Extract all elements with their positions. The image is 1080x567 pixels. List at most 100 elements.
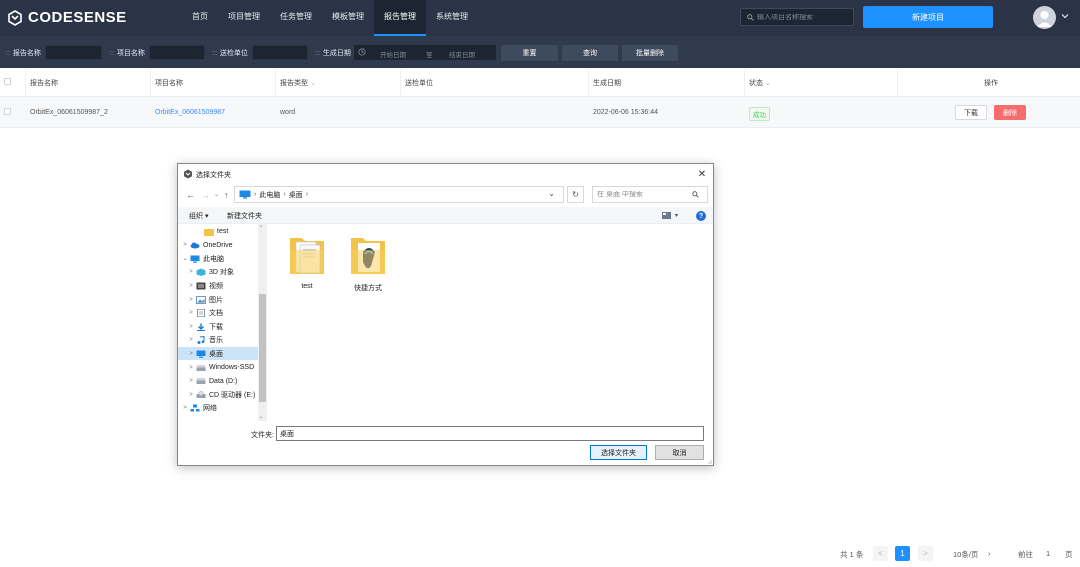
row-checkbox[interactable] — [4, 108, 11, 115]
query-button[interactable]: 查询 — [562, 45, 618, 61]
nav-reports[interactable]: 报告管理 — [374, 0, 426, 36]
tree-item[interactable]: > 视频 — [178, 279, 258, 292]
table-header: 报告名称 项目名称 报告类型 ⌄ 送检单位 生成日期 状态 ⌄ 操作 — [0, 68, 1080, 97]
pagination-page-size[interactable]: 10条/页 — [953, 549, 978, 560]
select-all-checkbox[interactable] — [4, 78, 11, 85]
tree-item[interactable]: > 图片 — [178, 293, 258, 306]
tree-item[interactable]: > 下载 — [178, 320, 258, 333]
drive-icon — [196, 378, 206, 385]
date-end-placeholder[interactable]: 结束日期 — [449, 49, 475, 59]
address-dropdown-icon[interactable]: ⌄ — [548, 189, 555, 198]
chevron-right-icon[interactable]: > — [186, 297, 196, 303]
cancel-button[interactable]: 取消 — [655, 445, 704, 460]
nav-projects[interactable]: 项目管理 — [218, 0, 270, 36]
tree-item[interactable]: > 文档 — [178, 307, 258, 320]
folder-search-input[interactable] — [597, 191, 692, 198]
nav-templates[interactable]: 模板管理 — [322, 0, 374, 36]
search-icon[interactable] — [692, 191, 699, 198]
nav-system[interactable]: 系统管理 — [426, 0, 478, 36]
chevron-right-icon[interactable]: > — [186, 283, 196, 289]
tree-item[interactable]: > OneDrive — [178, 239, 258, 252]
tree-item[interactable]: > 桌面 — [178, 347, 258, 361]
new-folder-button[interactable]: 新建文件夹 — [227, 211, 262, 221]
chevron-down-icon[interactable] — [1061, 12, 1069, 20]
chevron-right-icon[interactable]: > — [186, 378, 196, 384]
date-start-placeholder[interactable]: 开始日期 — [380, 49, 406, 59]
tree-scrollbar-thumb[interactable] — [259, 294, 266, 402]
up-arrow-icon[interactable]: ↑ — [224, 190, 229, 200]
folder-item-test[interactable]: test — [282, 232, 332, 290]
pagination-goto-input[interactable]: 1 — [1046, 549, 1050, 558]
pc-icon — [190, 255, 200, 263]
delete-button[interactable]: 删除 — [994, 105, 1026, 120]
forward-arrow-icon[interactable]: → — [201, 190, 210, 200]
cell-project-name-link[interactable]: OrbitEx_06061509987 — [155, 109, 225, 116]
page-size-chevron-icon[interactable]: › — [988, 549, 991, 558]
pagination-page-1[interactable]: 1 — [895, 546, 910, 561]
tree-item[interactable]: > 网络 — [178, 402, 258, 415]
tree-item[interactable]: > Windows-SSD — [178, 361, 258, 374]
chevron-right-icon[interactable]: > — [186, 365, 196, 371]
tree-item[interactable]: > Data (D:) — [178, 375, 258, 388]
chevron-down-icon[interactable]: ⌄ — [180, 255, 190, 262]
breadcrumb-this-pc[interactable]: 此电脑 — [259, 190, 280, 200]
breadcrumb-desktop[interactable]: 桌面 — [289, 190, 303, 200]
tree-item[interactable]: >3D 对象 — [178, 266, 258, 279]
project-name-filter-label: ::: 项目名称 — [109, 50, 145, 57]
brand-logo[interactable]: CODESENSE — [7, 9, 127, 26]
close-icon[interactable]: ✕ — [695, 167, 709, 181]
pagination-next-button[interactable]: > — [918, 546, 933, 561]
back-arrow-icon[interactable]: ← — [186, 190, 195, 200]
tree-scrollbar[interactable]: ⌃ ⌄ — [258, 224, 267, 421]
unit-filter-input[interactable] — [252, 45, 308, 60]
download-button[interactable]: 下载 — [955, 105, 987, 120]
chevron-right-icon[interactable]: > — [186, 337, 196, 343]
select-folder-button[interactable]: 选择文件夹 — [590, 445, 647, 460]
report-name-filter-input[interactable] — [45, 45, 102, 60]
search-icon — [747, 13, 754, 21]
new-project-button[interactable]: 新建项目 — [863, 6, 993, 28]
cell-report-type: word — [280, 109, 296, 116]
view-options-icon[interactable] — [662, 212, 671, 219]
chevron-right-icon[interactable]: > — [186, 310, 196, 316]
nav-tasks[interactable]: 任务管理 — [270, 0, 322, 36]
folder-item-shortcut[interactable]: 快捷方式 — [343, 232, 393, 293]
chevron-right-icon[interactable]: > — [186, 269, 196, 275]
table-row[interactable]: OrbitEx_06061509987_2 OrbitEx_0606150998… — [0, 97, 1080, 128]
pagination-prev-button[interactable]: < — [873, 546, 888, 561]
scroll-up-icon[interactable]: ⌃ — [259, 225, 263, 231]
address-breadcrumb[interactable]: › 此电脑 › 桌面 › ⌄ — [234, 186, 564, 203]
tree-item[interactable]: > 音乐 — [178, 334, 258, 347]
column-status[interactable]: 状态 ⌄ — [749, 78, 771, 88]
user-icon — [1037, 11, 1052, 27]
project-search — [740, 8, 854, 26]
unit-filter-label: ::: 送检单位 — [212, 50, 248, 57]
codesense-logo-icon — [8, 9, 22, 26]
reset-button[interactable]: 重置 — [501, 45, 558, 61]
view-options-chevron-icon[interactable]: ▾ — [675, 212, 678, 219]
help-icon[interactable]: ? — [696, 211, 706, 221]
dialog-titlebar[interactable]: 选择文件夹 ✕ — [178, 164, 713, 184]
chevron-right-icon[interactable]: > — [186, 324, 196, 330]
refresh-icon[interactable]: ↻ — [567, 186, 584, 203]
tree-item[interactable]: > CD 驱动器 (E:) — [178, 388, 258, 401]
tree-item[interactable]: test — [178, 225, 258, 238]
tree-item-label: test — [217, 228, 229, 235]
scroll-down-icon[interactable]: ⌄ — [259, 414, 263, 420]
user-avatar[interactable] — [1033, 6, 1056, 29]
chevron-right-icon[interactable]: > — [186, 392, 196, 398]
recent-locations-chevron-icon[interactable]: ⌄ — [214, 191, 219, 198]
date-range-picker[interactable]: 开始日期 至 结束日期 — [354, 45, 496, 60]
chevron-right-icon[interactable]: > — [180, 242, 190, 248]
batch-delete-button[interactable]: 批量删除 — [622, 45, 678, 61]
chevron-right-icon[interactable]: > — [180, 405, 190, 411]
tree-item[interactable]: ⌄ 此电脑 — [178, 252, 258, 265]
organize-menu[interactable]: 组织 ▾ — [189, 211, 208, 221]
folder-field[interactable] — [276, 426, 704, 441]
nav-home[interactable]: 首页 — [182, 0, 218, 36]
resize-grip-icon[interactable] — [706, 458, 712, 464]
chevron-right-icon[interactable]: > — [186, 351, 196, 357]
project-name-filter-input[interactable] — [149, 45, 205, 60]
project-search-input[interactable] — [757, 13, 852, 21]
column-report-type[interactable]: 报告类型 ⌄ — [280, 78, 316, 88]
